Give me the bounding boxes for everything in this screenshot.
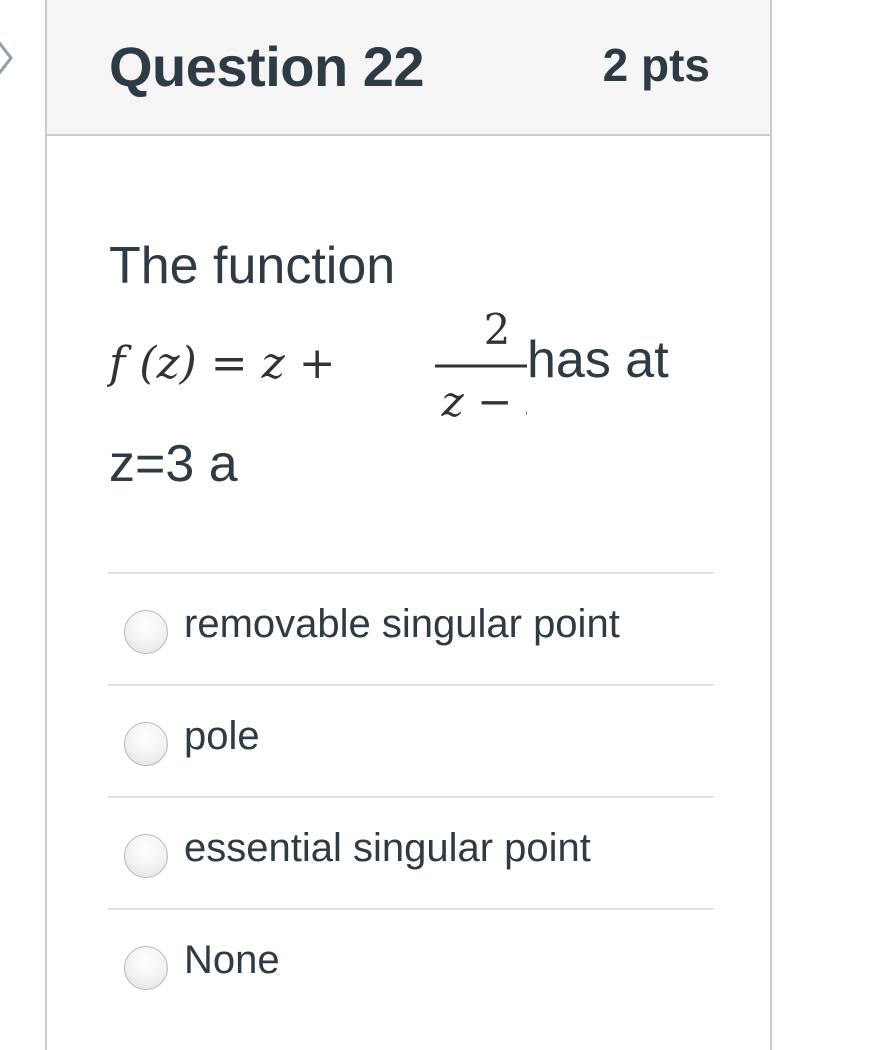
question-text-line1: The function	[109, 237, 396, 295]
question-title: Question 22	[109, 35, 425, 98]
answer-option[interactable]: removable singular point	[108, 572, 714, 684]
answer-label[interactable]: pole	[184, 714, 260, 759]
answer-option[interactable]: None	[108, 908, 714, 1020]
answer-option[interactable]: pole	[108, 684, 714, 796]
answer-label[interactable]: removable singular point	[184, 602, 620, 647]
radio-unselected-icon[interactable]	[124, 610, 168, 654]
question-card: Question 22 2 pts The function f (z) = z…	[45, 0, 772, 1050]
question-text-line3: z=3 a	[109, 435, 238, 493]
question-header: Question 22 2 pts	[47, 0, 770, 136]
answer-list: removable singular point pole essential …	[108, 572, 714, 1020]
radio-unselected-icon[interactable]	[124, 834, 168, 878]
formula-numerator: 2	[484, 305, 511, 354]
formula: f (z) = z + 2 z − 3 ,	[107, 305, 527, 426]
question-points: 2 pts	[602, 39, 710, 91]
answer-option[interactable]: essential singular point	[108, 796, 714, 908]
answer-label[interactable]: None	[184, 938, 280, 983]
answer-label[interactable]: essential singular point	[184, 826, 591, 871]
radio-unselected-icon[interactable]	[124, 722, 168, 766]
question-text-after-formula: has at	[527, 331, 669, 389]
formula-denominator: z − 3	[441, 377, 527, 426]
radio-unselected-icon[interactable]	[124, 946, 168, 990]
question-formula-line: f (z) = z + 2 z − 3 , has at	[107, 300, 727, 430]
formula-lhs: f (z) = z +	[107, 338, 336, 389]
chevron-right-icon[interactable]	[0, 36, 16, 80]
